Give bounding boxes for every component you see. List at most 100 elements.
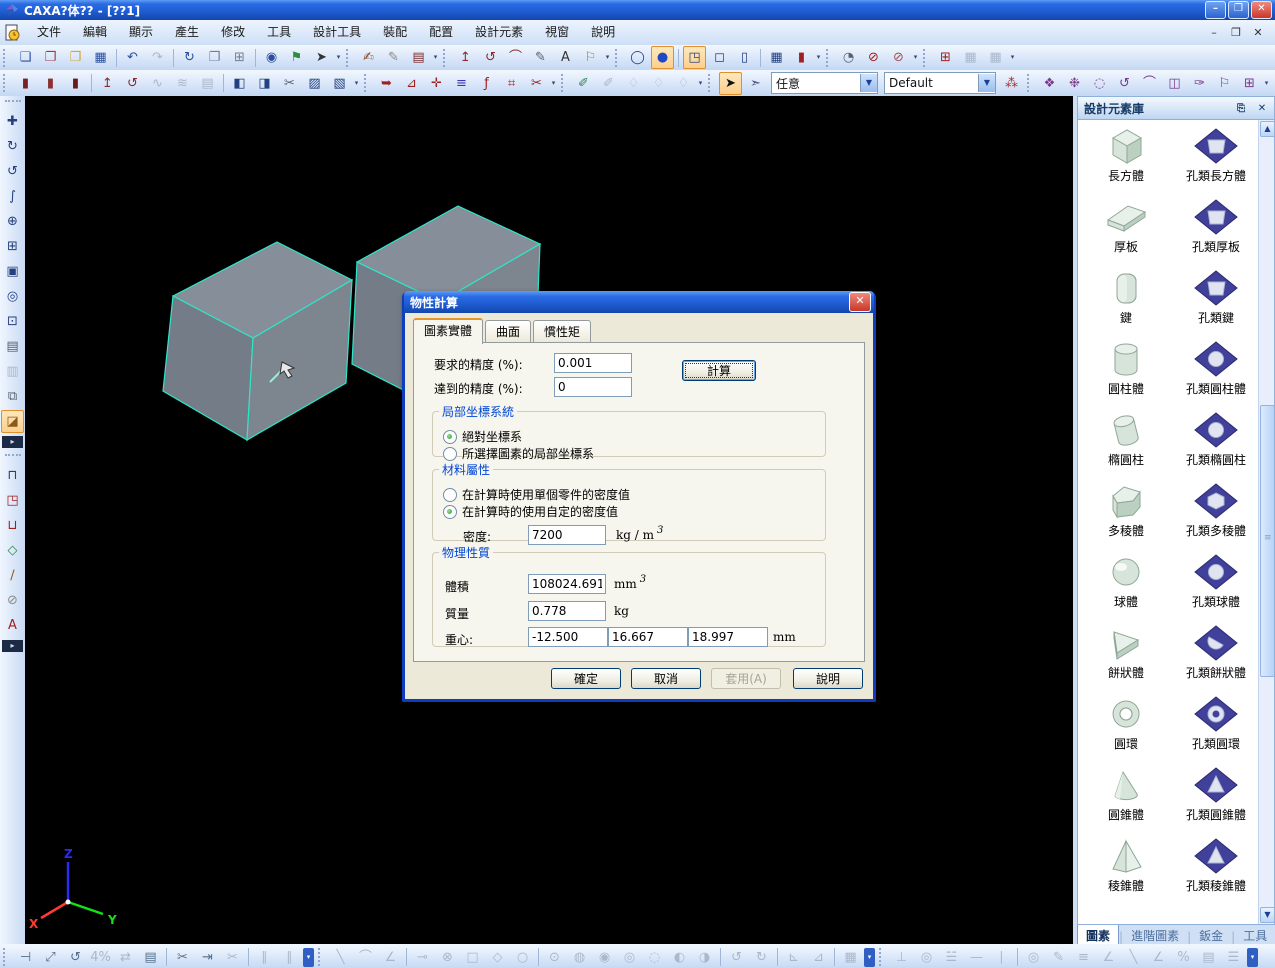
element-item-solid-prism[interactable]: 多稜體 xyxy=(1082,481,1170,547)
menu-item-4[interactable]: 修改 xyxy=(210,20,256,45)
element-item-hole-box[interactable]: 孔類長方體 xyxy=(1172,126,1260,192)
toolbar-grip[interactable] xyxy=(561,74,568,92)
dim-resize-icon[interactable]: ⤢ xyxy=(39,946,62,968)
mirror-icon[interactable]: ≡ xyxy=(450,72,473,95)
drawing-library-icon[interactable]: ▮ xyxy=(64,72,87,95)
element-item-solid-cone[interactable]: 圓錐體 xyxy=(1082,765,1170,831)
element-item-solid-torus[interactable]: 圓環 xyxy=(1082,694,1170,760)
relation-angle2-icon[interactable]: ∠ xyxy=(1147,946,1170,968)
probe-3-icon[interactable]: ♢ xyxy=(672,72,695,95)
mass-input[interactable] xyxy=(528,601,606,621)
centroid-y-input[interactable] xyxy=(608,627,688,647)
relation-angle-icon[interactable]: ∠ xyxy=(1097,946,1120,968)
dim-move-icon[interactable]: ⇄ xyxy=(114,946,137,968)
panel-scrollbar[interactable]: ▲ ▼ xyxy=(1258,120,1274,924)
link-tool-icon[interactable]: ⊗ xyxy=(436,946,459,968)
element-item-solid-ellcyl[interactable]: 橢圓柱 xyxy=(1082,410,1170,476)
toolbar-overflow-icon[interactable]: ▾ xyxy=(352,73,361,94)
relation-percent-icon[interactable]: % xyxy=(1172,946,1195,968)
camera-icon[interactable]: ▤ xyxy=(1,335,24,358)
equation-fx-icon[interactable]: ƒ xyxy=(475,72,498,95)
element-item-hole-key[interactable]: 孔類鍵 xyxy=(1172,268,1260,334)
mdi-restore-icon[interactable]: ❐ xyxy=(1229,26,1243,39)
toolbar-grip[interactable] xyxy=(879,948,886,966)
minimize-button[interactable]: – xyxy=(1205,1,1226,19)
circle-4-icon[interactable]: ◎ xyxy=(618,946,641,968)
toolbar-overflow-icon[interactable]: ▾ xyxy=(864,947,875,967)
fillet-2-icon[interactable]: ⊿ xyxy=(807,946,830,968)
material-option-0[interactable]: 在計算時使用單個零件的密度值 xyxy=(443,486,630,503)
toolbar-overflow-icon[interactable]: ▾ xyxy=(603,47,612,68)
element-item-solid-partial[interactable] xyxy=(1082,907,1170,924)
surface-revolve-icon[interactable]: ↺ xyxy=(1113,72,1136,95)
relation-slash-icon[interactable]: ╲ xyxy=(1122,946,1145,968)
constraint-perp-icon[interactable]: ⊥ xyxy=(890,946,913,968)
dim-rotate-icon[interactable]: ↺ xyxy=(64,946,87,968)
toolbar-grip[interactable] xyxy=(364,74,371,92)
measure-dropper-2-icon[interactable]: ✐ xyxy=(597,72,620,95)
sketch-rect-icon[interactable]: ◳ xyxy=(1,489,24,512)
relation-bars-icon[interactable]: ☰ xyxy=(1222,946,1245,968)
achieved-precision-input[interactable] xyxy=(554,377,632,397)
no-section-1-icon[interactable]: ⊘ xyxy=(862,46,885,69)
mdi-minimize-icon[interactable]: – xyxy=(1207,26,1221,39)
display-hidden-icon[interactable]: ◻ xyxy=(708,46,731,69)
toolbar-grip[interactable] xyxy=(615,48,622,67)
boss-loft-icon[interactable]: ≋ xyxy=(171,72,194,95)
spec-table-icon[interactable]: ▦ xyxy=(765,46,788,69)
menu-item-9[interactable]: 設計元素 xyxy=(464,20,534,45)
toolbar-grip[interactable] xyxy=(1027,74,1034,92)
coord-radio-1[interactable] xyxy=(443,446,457,461)
restore-button[interactable]: ❐ xyxy=(1228,1,1249,19)
grid-gray-2-icon[interactable]: ▦ xyxy=(984,46,1007,69)
toolbar-overflow-icon[interactable]: ▾ xyxy=(334,47,343,68)
toolbar-overflow-icon[interactable]: ▾ xyxy=(303,947,314,967)
boss-extrude-icon[interactable]: ↥ xyxy=(96,72,119,95)
element-item-hole-cylinder[interactable]: 孔類圓柱體 xyxy=(1172,339,1260,405)
erase-sketch-icon[interactable]: ✎ xyxy=(382,46,405,69)
break-icon[interactable]: ✂ xyxy=(171,946,194,968)
part-library-icon[interactable]: ▮ xyxy=(14,72,37,95)
render-flag-icon[interactable]: ⚑ xyxy=(285,46,308,69)
text-style-icon[interactable]: A xyxy=(554,46,577,69)
surface-cube-icon[interactable]: ◫ xyxy=(1163,72,1186,95)
menu-item-3[interactable]: 產生 xyxy=(164,20,210,45)
surface-arc-icon[interactable]: ⌒ xyxy=(1138,72,1161,95)
trim-icon[interactable]: ✂ xyxy=(221,946,244,968)
toolbar-grip[interactable] xyxy=(3,48,10,67)
relation-pen-icon[interactable]: ✎ xyxy=(1047,946,1070,968)
select-alt-cursor-icon[interactable]: ➣ xyxy=(744,72,767,95)
toolbar-grip[interactable] xyxy=(443,48,450,67)
element-item-hole-partial[interactable] xyxy=(1172,907,1260,924)
angle-tool-icon[interactable]: ∠ xyxy=(379,946,402,968)
grid-gray-1-icon[interactable]: ▦ xyxy=(959,46,982,69)
display-cylinder-icon[interactable]: ▯ xyxy=(733,46,756,69)
select-cursor-icon[interactable]: ➤ xyxy=(719,71,742,95)
sketch-env-icon[interactable]: ✍ xyxy=(357,46,380,69)
annotation-flag-icon[interactable]: ⚐ xyxy=(579,46,602,69)
circle-7-icon[interactable]: ◑ xyxy=(693,946,716,968)
render-material-icon[interactable]: ◪ xyxy=(1,410,24,433)
scroll-down-icon[interactable]: ▼ xyxy=(1260,907,1274,923)
dialog-tab-2[interactable]: 慣性矩 xyxy=(533,320,592,343)
probe-2-icon[interactable]: ♢ xyxy=(647,72,670,95)
find-entity-icon[interactable]: ◉ xyxy=(260,46,283,69)
element-item-hole-torus[interactable]: 孔類圓環 xyxy=(1172,694,1260,760)
cancel-button[interactable]: 取消 xyxy=(631,668,701,689)
relation-target-icon[interactable]: ◎ xyxy=(1022,946,1045,968)
camera-double-icon[interactable]: ⧉ xyxy=(1,385,24,408)
copy-entity-icon[interactable]: ❐ xyxy=(203,46,226,69)
circle-5-icon[interactable]: ◌ xyxy=(643,946,666,968)
style-combo-dropdown-icon[interactable]: ▼ xyxy=(978,74,995,92)
undo-icon[interactable]: ↶ xyxy=(121,46,144,69)
new-file-icon[interactable]: ❏ xyxy=(14,46,37,69)
centroid-x-input[interactable] xyxy=(528,627,608,647)
toolbar-grip[interactable] xyxy=(4,100,21,107)
undo-curve-1-icon[interactable]: ↺ xyxy=(725,946,748,968)
line-tool-icon[interactable]: ╲ xyxy=(329,946,352,968)
dialog-title-bar[interactable]: 物性計算 ✕ xyxy=(404,291,874,313)
redo-icon[interactable]: ↷ xyxy=(146,46,169,69)
element-item-hole-slab[interactable]: 孔類厚板 xyxy=(1172,197,1260,263)
dim-linear-icon[interactable]: ⊣ xyxy=(14,946,37,968)
cut-feature-icon[interactable]: ✂ xyxy=(525,72,548,95)
